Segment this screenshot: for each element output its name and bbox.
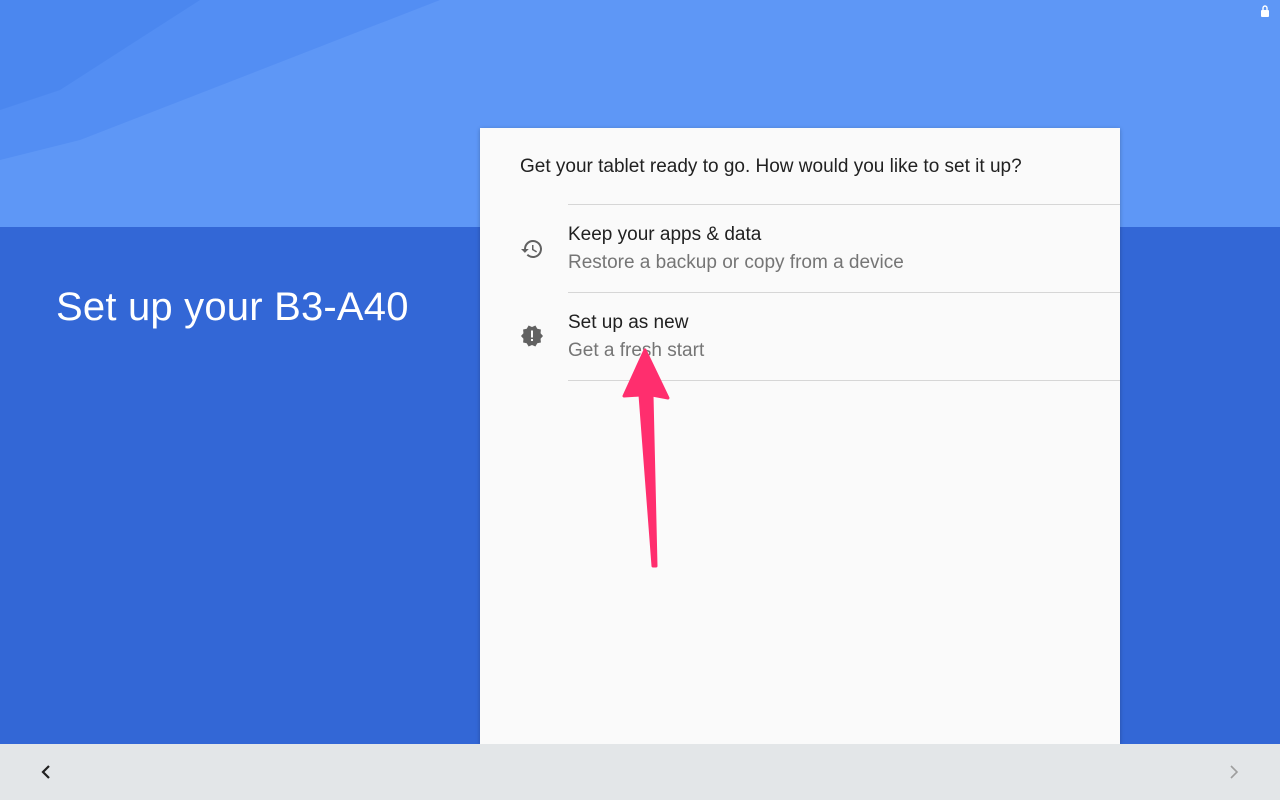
divider — [568, 380, 1120, 381]
option-keep-apps-data[interactable]: Keep your apps & data Restore a backup o… — [480, 205, 1120, 293]
chevron-left-icon[interactable] — [32, 758, 60, 786]
chevron-right-icon — [1230, 765, 1239, 779]
restore-history-icon — [521, 240, 542, 258]
option-title: Keep your apps & data — [568, 224, 762, 245]
option-title: Set up as new — [568, 312, 689, 333]
lock-icon — [1261, 5, 1269, 17]
option-set-up-as-new[interactable]: Set up as new Get a fresh start — [480, 293, 1120, 381]
page-title: Set up your B3-A40 — [56, 285, 409, 329]
option-subtitle: Get a fresh start — [568, 340, 705, 361]
option-subtitle: Restore a backup or copy from a device — [568, 252, 904, 273]
new-badge-icon — [521, 325, 543, 347]
setup-question: Get your tablet ready to go. How would y… — [520, 156, 1022, 177]
setup-card: Get your tablet ready to go. How would y… — [480, 128, 1120, 744]
navigation-bar — [0, 744, 1280, 800]
